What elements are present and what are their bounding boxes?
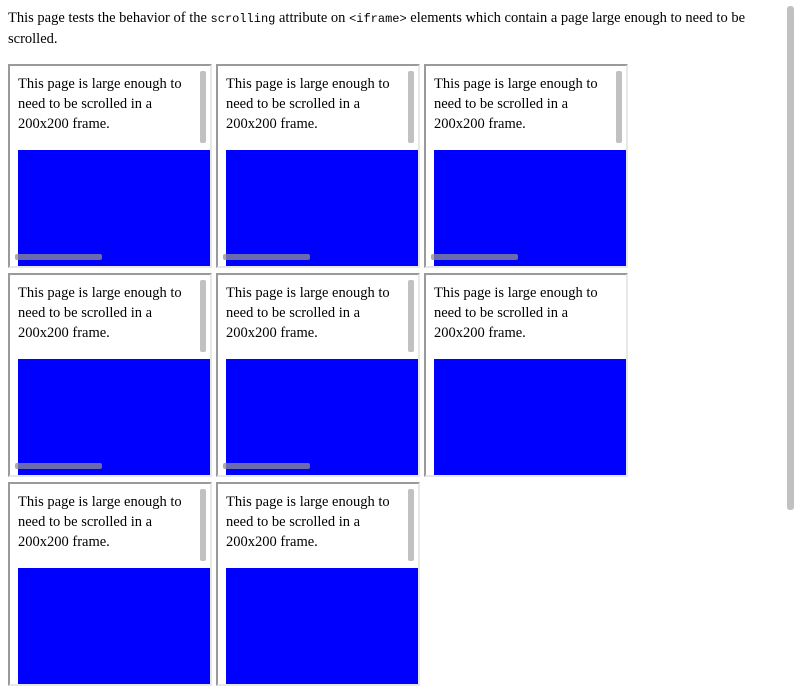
intro-text-before: This page tests the behavior of the <box>8 10 211 26</box>
blue-block <box>18 568 210 684</box>
iframe-6[interactable]: This page is large enough to need to be … <box>424 273 628 477</box>
iframe-8[interactable]: This page is large enough to need to be … <box>216 482 420 686</box>
iframe-text: This page is large enough to need to be … <box>226 285 390 341</box>
iframe-7[interactable]: This page is large enough to need to be … <box>8 482 212 686</box>
iframe-text: This page is large enough to need to be … <box>18 76 182 132</box>
iframe-vertical-scrollbar[interactable] <box>200 71 206 143</box>
iframe-text: This page is large enough to need to be … <box>18 494 182 550</box>
iframe-vertical-scrollbar[interactable] <box>616 71 622 143</box>
iframe-horizontal-scrollbar[interactable] <box>15 463 102 469</box>
page-vertical-scrollbar[interactable] <box>787 6 794 510</box>
blue-block <box>18 150 210 266</box>
iframe-horizontal-scrollbar[interactable] <box>223 463 310 469</box>
blue-block <box>434 359 626 475</box>
iframe-text: This page is large enough to need to be … <box>226 76 390 132</box>
iframe-vertical-scrollbar[interactable] <box>200 489 206 561</box>
iframe-text: This page is large enough to need to be … <box>18 285 182 341</box>
intro-text-middle: attribute on <box>275 10 350 26</box>
blue-block <box>18 359 210 475</box>
iframe-tag-code: <iframe> <box>349 12 407 26</box>
iframe-text: This page is large enough to need to be … <box>226 494 390 550</box>
iframe-3[interactable]: This page is large enough to need to be … <box>424 64 628 268</box>
iframe-vertical-scrollbar[interactable] <box>200 280 206 352</box>
blue-block <box>226 568 418 684</box>
iframe-4[interactable]: This page is large enough to need to be … <box>8 273 212 477</box>
iframe-text: This page is large enough to need to be … <box>434 285 598 341</box>
iframe-2[interactable]: This page is large enough to need to be … <box>216 64 420 268</box>
blue-block <box>434 150 626 266</box>
iframe-vertical-scrollbar[interactable] <box>408 280 414 352</box>
iframe-vertical-scrollbar[interactable] <box>408 489 414 561</box>
iframe-5[interactable]: This page is large enough to need to be … <box>216 273 420 477</box>
iframe-grid: This page is large enough to need to be … <box>8 64 628 686</box>
iframe-horizontal-scrollbar[interactable] <box>223 254 310 260</box>
iframe-vertical-scrollbar[interactable] <box>408 71 414 143</box>
iframe-horizontal-scrollbar[interactable] <box>15 254 102 260</box>
blue-block <box>226 150 418 266</box>
scrolling-attr-code: scrolling <box>210 12 276 26</box>
iframe-text: This page is large enough to need to be … <box>434 76 598 132</box>
iframe-1[interactable]: This page is large enough to need to be … <box>8 64 212 268</box>
iframe-horizontal-scrollbar[interactable] <box>431 254 518 260</box>
intro-paragraph: This page tests the behavior of the scro… <box>8 8 783 49</box>
blue-block <box>226 359 418 475</box>
